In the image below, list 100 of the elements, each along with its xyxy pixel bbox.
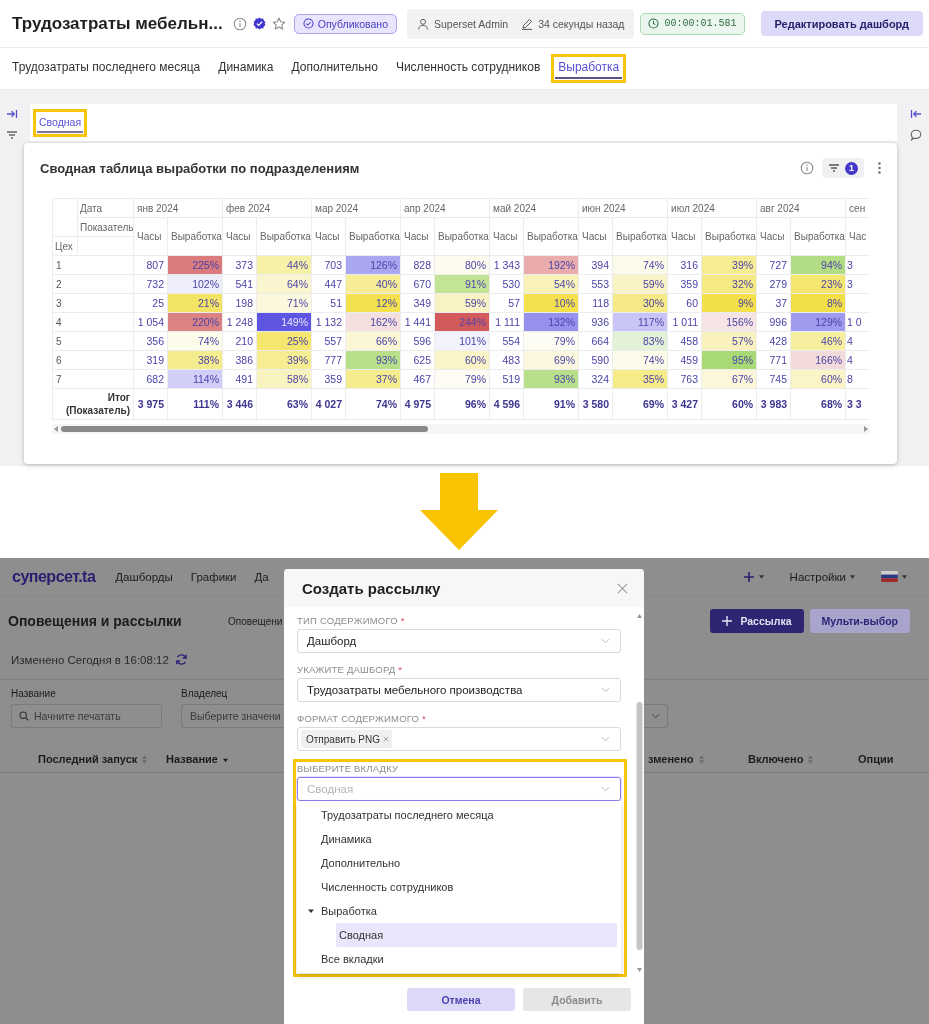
tab[interactable]: Численность сотрудников (392, 58, 544, 79)
status-button[interactable]: Опубликовано (293, 13, 397, 34)
table-cell: 458 (667, 331, 702, 351)
table-cell: 703 (311, 255, 346, 275)
table-cell: 996 (756, 312, 791, 332)
cancel-button[interactable]: Отмена (407, 988, 515, 1011)
tab[interactable]: Динамика (215, 58, 277, 79)
table-cell: 279 (756, 274, 791, 294)
table-cell: 4 027 (311, 388, 346, 420)
column-header: авг 2024 (756, 198, 846, 218)
table-cell: 69% (612, 388, 668, 420)
tree-option[interactable]: Динамика (297, 827, 621, 851)
table-cell: 491 (222, 369, 257, 389)
owner-name: Superset Admin (434, 17, 509, 30)
column-header: Выработка (790, 217, 846, 256)
table-cell: 483 (489, 350, 524, 370)
horizontal-scrollbar[interactable] (52, 424, 870, 434)
sort-icon[interactable] (698, 754, 704, 764)
arrow-right-bar-icon[interactable] (6, 108, 18, 120)
column-header[interactable]: Последний запуск (38, 753, 138, 765)
create-button[interactable]: Рассылка (710, 609, 804, 633)
field-label: ТИП СОДЕРЖИМОГО * (297, 615, 406, 627)
plus-icon[interactable] (742, 570, 755, 583)
close-icon[interactable] (617, 582, 628, 594)
tree-option[interactable]: Численность сотрудников (297, 875, 621, 899)
table-cell: 1 441 (400, 312, 435, 332)
arrow-left-bar-icon[interactable] (910, 108, 922, 120)
search-field[interactable]: Начните печатать (11, 704, 162, 728)
tab[interactable]: Сводная (37, 112, 84, 133)
table-cell: 25 (133, 293, 168, 313)
table-cell: 198 (222, 293, 257, 313)
edit-dashboard-button[interactable]: Редактировать дашборд (760, 11, 924, 36)
filter-button[interactable]: 1 (822, 158, 864, 178)
table-cell: 60% (701, 388, 757, 420)
star-icon[interactable] (271, 16, 286, 31)
settings-menu[interactable]: Настройки (789, 570, 846, 583)
nav-item[interactable]: Графики (190, 570, 237, 583)
table-cell: 828 (400, 255, 435, 275)
tab[interactable]: Выработка (555, 58, 623, 79)
vertical-scrollbar[interactable] (636, 612, 643, 975)
table-cell: 60 (667, 293, 702, 313)
column-header: янв 2024 (133, 198, 223, 218)
table-cell: 359 (667, 274, 702, 294)
table-cell: 3 446 (222, 388, 257, 420)
elapsed-time: 00:00:01.581 (664, 18, 737, 29)
table-cell: 394 (578, 255, 613, 275)
pencil-icon (521, 17, 534, 30)
select-field[interactable]: Трудозатраты мебельного производства (297, 678, 621, 702)
table-cell: 428 (756, 331, 791, 351)
column-header: Выработка (256, 217, 312, 256)
nav-item[interactable]: Дашборды (115, 570, 173, 583)
column-header: фев 2024 (222, 198, 312, 218)
count-badge: 1 (845, 161, 858, 175)
caret-down-icon[interactable] (308, 908, 314, 914)
tree-option[interactable]: Все вкладки (297, 947, 621, 971)
multi-select-field[interactable]: Отправить PNG (297, 727, 621, 751)
filter-icon[interactable] (6, 129, 18, 141)
select-field[interactable]: Выберите значени (181, 704, 284, 728)
column-header: Часы (311, 217, 346, 256)
column-header[interactable]: Название (166, 753, 218, 765)
tree-option[interactable]: Дополнительно (297, 851, 621, 875)
user-icon (417, 17, 429, 30)
table-cell: 57 (489, 293, 524, 313)
sort-icon[interactable] (142, 754, 148, 764)
select-field[interactable]: Дашборд (297, 629, 621, 653)
table-cell: 467 (400, 369, 435, 389)
modal-title: Создать рассылку (302, 579, 441, 597)
tab[interactable]: Дополнительно (288, 58, 381, 79)
column-header[interactable]: зменено (648, 753, 694, 765)
sort-icon[interactable] (808, 754, 814, 764)
multi-select-button[interactable]: Мульти-выбор (809, 609, 910, 633)
flag-icon[interactable] (881, 571, 898, 582)
column-header: Часы (133, 217, 168, 256)
column-header: Часы (489, 217, 524, 256)
table-cell: 386 (222, 350, 257, 370)
info-icon[interactable] (232, 16, 247, 31)
chat-bubble-icon[interactable] (910, 129, 922, 141)
table-cell: 356 (133, 331, 168, 351)
info-icon[interactable] (800, 161, 814, 175)
tab[interactable]: Оповещени (228, 615, 283, 627)
refresh-icon[interactable] (174, 653, 188, 666)
table-cell: 771 (756, 350, 791, 370)
table-cell: 519 (489, 369, 524, 389)
tree-option[interactable]: Трудозатраты последнего месяца (297, 803, 621, 827)
tab[interactable]: Трудозатраты последнего месяца (9, 58, 204, 79)
tag-chip[interactable]: Отправить PNG (301, 730, 393, 748)
table-cell: 63% (256, 388, 312, 420)
more-icon[interactable] (878, 162, 881, 174)
modified-time: 34 секунды назад (538, 17, 625, 30)
nav-item[interactable]: Да (254, 570, 269, 583)
column-header[interactable]: Опции (858, 753, 894, 765)
column-header[interactable]: Включено (748, 753, 804, 765)
table-cell: 625 (400, 350, 435, 370)
logo[interactable]: суперсет.ta (12, 567, 96, 586)
row-header: 1 (52, 255, 134, 275)
table-cell: 727 (756, 255, 791, 275)
tree-option[interactable]: Сводная (336, 923, 617, 947)
close-icon[interactable] (383, 736, 390, 742)
row-header: 5 (52, 331, 134, 351)
tree-option[interactable]: Выработка (297, 899, 621, 923)
